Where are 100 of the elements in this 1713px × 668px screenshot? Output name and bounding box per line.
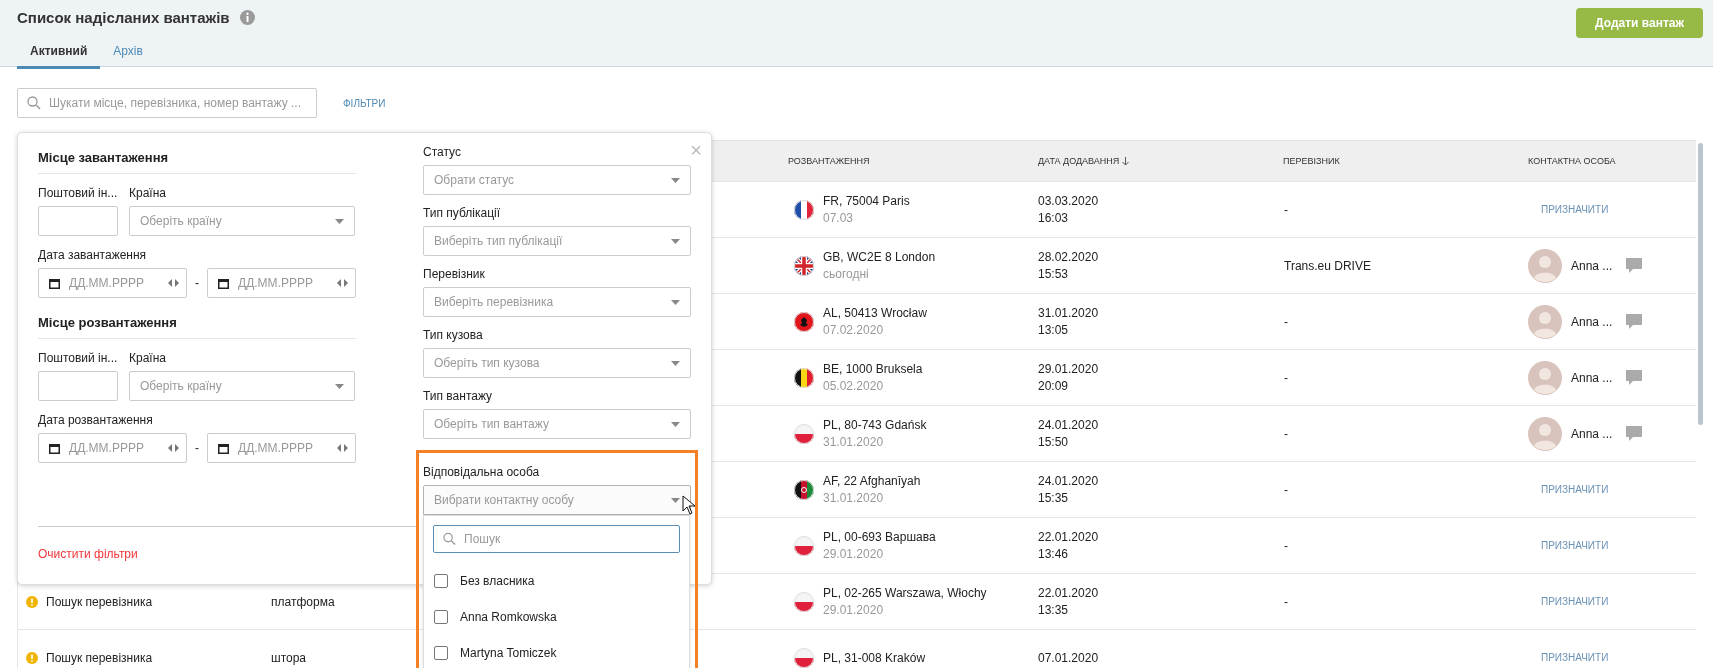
- added-date: 29.01.2020: [1038, 362, 1099, 376]
- assign-link[interactable]: ПРИЗНАЧИТИ: [1541, 540, 1609, 551]
- field-label: Тип публікації: [423, 206, 502, 220]
- carrier-text: -: [1284, 538, 1288, 553]
- field-label: Перевізник: [423, 267, 486, 281]
- range-separator: -: [195, 441, 199, 455]
- field-label: Статус: [423, 145, 462, 159]
- caret-icon: [671, 177, 680, 183]
- range-separator: -: [195, 276, 199, 290]
- carrier-text: -: [1284, 202, 1288, 217]
- search-icon: [27, 96, 41, 110]
- select-field[interactable]: Обрати статус: [423, 165, 691, 195]
- assign-link[interactable]: ПРИЗНАЧИТИ: [1541, 652, 1609, 663]
- chat-icon[interactable]: [1626, 258, 1642, 273]
- field-label: Поштовий ін...: [38, 351, 118, 365]
- select-field[interactable]: Виберіть перевізника: [423, 287, 691, 317]
- assign-link[interactable]: ПРИЗНАЧИТИ: [1541, 204, 1609, 215]
- option-label[interactable]: Без власника: [460, 574, 535, 588]
- field-label: Тип кузова: [423, 328, 484, 342]
- added-date: 22.01.2020: [1038, 530, 1099, 544]
- unloading-place: PL, 00-693 Варшава: [823, 530, 936, 544]
- field-label: Відповідальна особа: [423, 465, 541, 479]
- dropdown-search-field[interactable]: Пошук: [433, 525, 680, 553]
- arrows-icon: [337, 279, 348, 287]
- postal-code-field[interactable]: [38, 206, 118, 236]
- country-select[interactable]: Оберіть країну: [129, 371, 355, 401]
- chat-icon[interactable]: [1626, 426, 1642, 441]
- added-time: 20:09: [1038, 379, 1070, 393]
- chat-icon[interactable]: [1626, 314, 1642, 329]
- unloading-date: 29.01.2020: [823, 603, 885, 617]
- info-icon[interactable]: [239, 10, 255, 25]
- added-time: 15:50: [1038, 435, 1070, 449]
- added-date: 24.01.2020: [1038, 418, 1099, 432]
- postal-code-field[interactable]: [38, 371, 118, 401]
- flag-icon: [794, 479, 814, 500]
- column-header[interactable]: ПЕРЕВІЗНИК: [1276, 156, 1521, 166]
- caret-icon: [335, 218, 344, 224]
- carrier-text: -: [1284, 482, 1288, 497]
- tab[interactable]: Активний: [17, 39, 101, 69]
- calendar-icon: [49, 443, 60, 454]
- added-time: 16:03: [1038, 211, 1070, 225]
- tab[interactable]: Архів: [100, 39, 156, 69]
- column-header[interactable]: КОНТАКТНА ОСОБА: [1521, 156, 1696, 166]
- avatar-icon: [1528, 304, 1562, 339]
- clear-filters-link[interactable]: Очистити фільтри: [38, 547, 138, 561]
- added-time: 13:35: [1038, 603, 1070, 617]
- added-date: 28.02.2020: [1038, 250, 1099, 264]
- unloading-place: PL, 02-265 Warszawa, Włochy: [823, 586, 987, 600]
- status-text: Пошук перевізника: [46, 594, 153, 609]
- avatar-icon: [1528, 416, 1562, 451]
- date-field[interactable]: ДД.ММ.РРРР: [38, 268, 187, 298]
- date-field[interactable]: ДД.ММ.РРРР: [207, 433, 356, 463]
- field-label: Дата завантаження: [38, 248, 148, 262]
- select-field[interactable]: Вибрати контактну особу: [423, 485, 691, 515]
- date-field[interactable]: ДД.ММ.РРРР: [38, 433, 187, 463]
- status-text: Пошук перевізника: [46, 650, 153, 665]
- caret-icon: [671, 299, 680, 305]
- checkbox[interactable]: [434, 646, 448, 660]
- added-time: 13:05: [1038, 323, 1070, 337]
- option-label[interactable]: Anna Romkowska: [460, 610, 557, 624]
- checkbox[interactable]: [434, 610, 448, 624]
- unloading-place: AL, 50413 Wrocław: [823, 306, 927, 320]
- search-field[interactable]: Шукати місце, перевізника, номер вантажу ...: [17, 88, 317, 118]
- field-label: Країна: [129, 351, 167, 365]
- flag-icon: [794, 367, 814, 388]
- avatar-icon: [1528, 360, 1562, 395]
- field-label: Тип вантажу: [423, 389, 494, 403]
- added-time: 13:46: [1038, 547, 1070, 561]
- added-date: 24.01.2020: [1038, 474, 1099, 488]
- carrier-text: -: [1284, 314, 1288, 329]
- added-date: 22.01.2020: [1038, 586, 1099, 600]
- body-type-text: штора: [271, 650, 306, 665]
- unloading-date: 29.01.2020: [823, 547, 885, 561]
- country-select[interactable]: Оберіть країну: [129, 206, 355, 236]
- checkbox[interactable]: [434, 574, 448, 588]
- added-time: 15:35: [1038, 491, 1070, 505]
- carrier-text: -: [1284, 370, 1288, 385]
- scrollbar-thumb[interactable]: [1698, 143, 1703, 425]
- date-field[interactable]: ДД.ММ.РРРР: [207, 268, 356, 298]
- unloading-date: 31.01.2020: [823, 491, 885, 505]
- column-header[interactable]: РОЗВАНТАЖЕННЯ: [781, 156, 1031, 166]
- option-label[interactable]: Martyna Tomiczek: [460, 646, 557, 660]
- assign-link[interactable]: ПРИЗНАЧИТИ: [1541, 596, 1609, 607]
- column-header[interactable]: ДАТА ДОДАВАННЯ: [1031, 156, 1276, 166]
- flag-icon: [794, 199, 814, 220]
- carrier-text: Trans.eu DRIVE: [1284, 258, 1371, 273]
- select-field[interactable]: Оберіть тип вантажу: [423, 409, 691, 439]
- add-cargo-button[interactable]: Додати вантаж: [1576, 8, 1703, 38]
- filters-link[interactable]: ФІЛЬТРИ: [343, 97, 386, 109]
- contact-name: Anna ...: [1571, 314, 1614, 329]
- chat-icon[interactable]: [1626, 370, 1642, 385]
- select-field[interactable]: Виберіть тип публікації: [423, 226, 691, 256]
- assign-link[interactable]: ПРИЗНАЧИТИ: [1541, 484, 1609, 495]
- close-button[interactable]: ×: [690, 140, 702, 160]
- unloading-date: 31.01.2020: [823, 435, 885, 449]
- flag-icon: [794, 311, 814, 332]
- arrows-icon: [168, 444, 179, 452]
- select-field[interactable]: Оберіть тип кузова: [423, 348, 691, 378]
- page-title: Список надісланих вантажів: [17, 9, 230, 26]
- unloading-place: FR, 75004 Paris: [823, 194, 910, 208]
